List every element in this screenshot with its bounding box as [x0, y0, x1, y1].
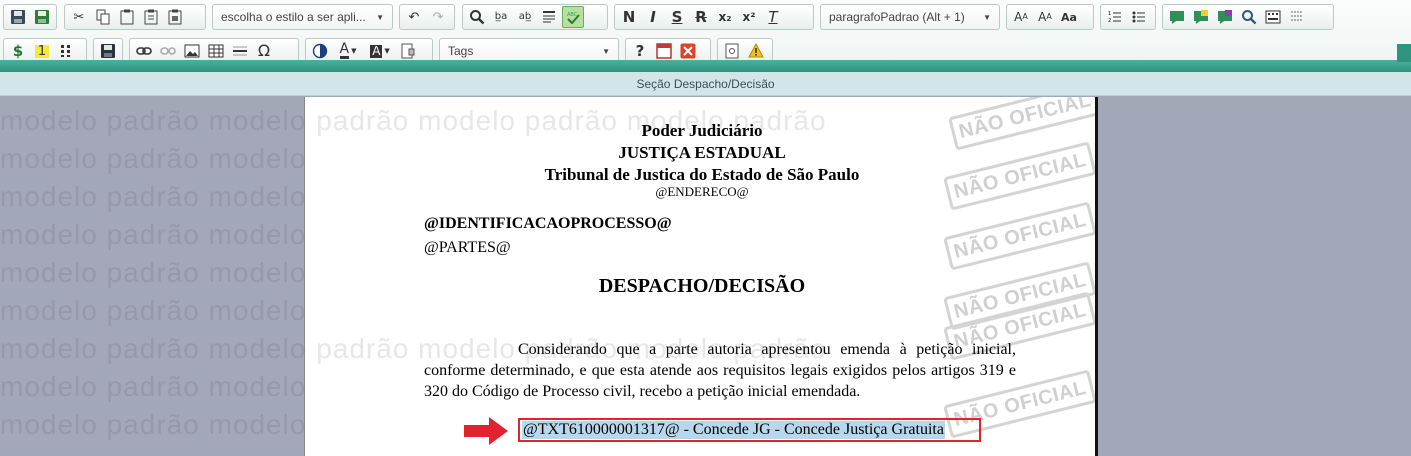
watermark-stamp: NÃO OFICIAL [943, 201, 1095, 271]
subscript-button[interactable]: x₂ [714, 6, 736, 28]
font-increase-icon[interactable]: AA [1010, 6, 1032, 28]
paragraph-select-value: paragrafoPadrao (Alt + 1) [829, 10, 965, 24]
extras-group [1162, 4, 1334, 30]
font-decrease-label: A [1038, 10, 1047, 24]
paragraph-select[interactable]: paragrafoPadrao (Alt + 1) ▼ [820, 4, 1000, 30]
warning-icon[interactable] [745, 40, 767, 62]
toolbar-divider [0, 60, 1411, 72]
contrast-icon[interactable] [309, 40, 331, 62]
keyboard-icon[interactable] [1262, 6, 1284, 28]
find-group: b̲a ab̲ ABC [462, 4, 608, 30]
table-icon[interactable] [205, 40, 227, 62]
history-group: ↶ ↷ [399, 4, 455, 30]
selected-text-box[interactable]: @TXT610000001317@ - Concede JG - Concede… [518, 418, 981, 442]
court-header-1: Poder Judiciário [641, 121, 763, 140]
numbering-label: 1 [34, 44, 50, 58]
unlink-icon[interactable] [157, 40, 179, 62]
find-icon[interactable] [466, 6, 488, 28]
font-size-group: AA AA Aa [1006, 4, 1094, 30]
toolbar-resize-handle[interactable] [1397, 44, 1411, 62]
parties-tag: @PARTES@ [424, 239, 511, 256]
paste-icon[interactable] [116, 6, 138, 28]
link-icon[interactable] [133, 40, 155, 62]
special-char-button[interactable]: Ω [253, 40, 275, 62]
chevron-down-icon: ▼ [376, 12, 384, 22]
font-increase-label: A [1014, 10, 1023, 24]
save-icon[interactable] [7, 6, 29, 28]
superscript-button[interactable]: x² [738, 6, 760, 28]
selected-text: @TXT610000001317@ - Concede JG - Concede… [522, 421, 945, 439]
tags-select-value: Tags [448, 44, 474, 58]
chevron-down-icon: ▼ [983, 12, 991, 22]
document-page[interactable]: modelo padrão modelo padrão modelo padrã… [304, 97, 1098, 456]
maximize-icon[interactable] [653, 40, 675, 62]
close-icon[interactable] [677, 40, 699, 62]
svg-text:1: 1 [1108, 11, 1111, 17]
editor-toolbar: ✂ escolha o estilo a ser apli... ▼ ↶ ↷ b… [0, 0, 1411, 72]
redo-icon[interactable]: ↷ [427, 6, 449, 28]
arrow-right-icon [464, 417, 508, 445]
search-icon[interactable] [1238, 6, 1260, 28]
style-select-value: escolha o estilo a ser apli... [221, 10, 366, 24]
currency-button[interactable]: $ [7, 40, 29, 62]
replace-icon[interactable]: b̲a [490, 6, 512, 28]
page-setup-icon[interactable] [397, 40, 419, 62]
bullet-list-icon[interactable] [1128, 6, 1150, 28]
list-group: 12 [1100, 4, 1156, 30]
image-icon[interactable] [181, 40, 203, 62]
remove-format-button[interactable]: T [762, 6, 784, 28]
paste-text-icon[interactable] [140, 6, 162, 28]
file-group [3, 4, 57, 30]
help-button[interactable]: ? [629, 40, 651, 62]
numbered-list-icon[interactable]: 12 [1104, 6, 1126, 28]
numbering-button[interactable]: 1 [31, 40, 53, 62]
italic-button[interactable]: I [642, 6, 664, 28]
save-and-close-icon[interactable] [31, 6, 53, 28]
underline-button[interactable]: S [666, 6, 688, 28]
document-title: DESPACHO/DECISÃO [598, 275, 806, 297]
comment-purple-icon[interactable] [1214, 6, 1236, 28]
paste-word-icon[interactable] [164, 6, 186, 28]
chevron-down-icon: ▼ [602, 46, 610, 56]
copy-icon[interactable] [92, 6, 114, 28]
strike-button[interactable]: R [690, 6, 712, 28]
cut-icon[interactable]: ✂ [68, 6, 90, 28]
court-header-3: Tribunal de Justica do Estado de São Pau… [544, 165, 860, 184]
font-decrease-icon[interactable]: AA [1034, 6, 1056, 28]
comment-green-icon[interactable] [1166, 6, 1188, 28]
address-tag: @ENDERECO@ [655, 184, 749, 199]
columns-icon[interactable] [55, 40, 77, 62]
document-lines-icon[interactable] [1286, 6, 1308, 28]
format-group: N I S R x₂ x² T [614, 4, 814, 30]
select-all-icon[interactable]: ab̲ [514, 6, 536, 28]
change-case-button[interactable]: Aa [1058, 6, 1080, 28]
background-color-icon[interactable]: A ▼ [365, 40, 395, 62]
text-color-icon[interactable]: A ▼ [333, 40, 363, 62]
svg-text:2: 2 [1108, 18, 1111, 24]
horizontal-rule-icon[interactable] [229, 40, 251, 62]
section-title: Seção Despacho/Decisão [0, 72, 1411, 96]
body-paragraph: Considerando que a parte autoria apresen… [424, 341, 1016, 400]
bold-button[interactable]: N [618, 6, 640, 28]
comment-yellow-icon[interactable] [1190, 6, 1212, 28]
process-id-tag: @IDENTIFICACAOPROCESSO@ [424, 215, 672, 232]
spellcheck-icon[interactable]: ABC [562, 6, 584, 28]
floppy-icon[interactable] [97, 40, 119, 62]
court-header-2: JUSTIÇA ESTADUAL [618, 143, 786, 162]
undo-icon[interactable]: ↶ [403, 6, 425, 28]
style-select[interactable]: escolha o estilo a ser apli... ▼ [212, 4, 393, 30]
show-blocks-icon[interactable] [538, 6, 560, 28]
clipboard-group: ✂ [64, 4, 206, 30]
preview-icon[interactable] [721, 40, 743, 62]
